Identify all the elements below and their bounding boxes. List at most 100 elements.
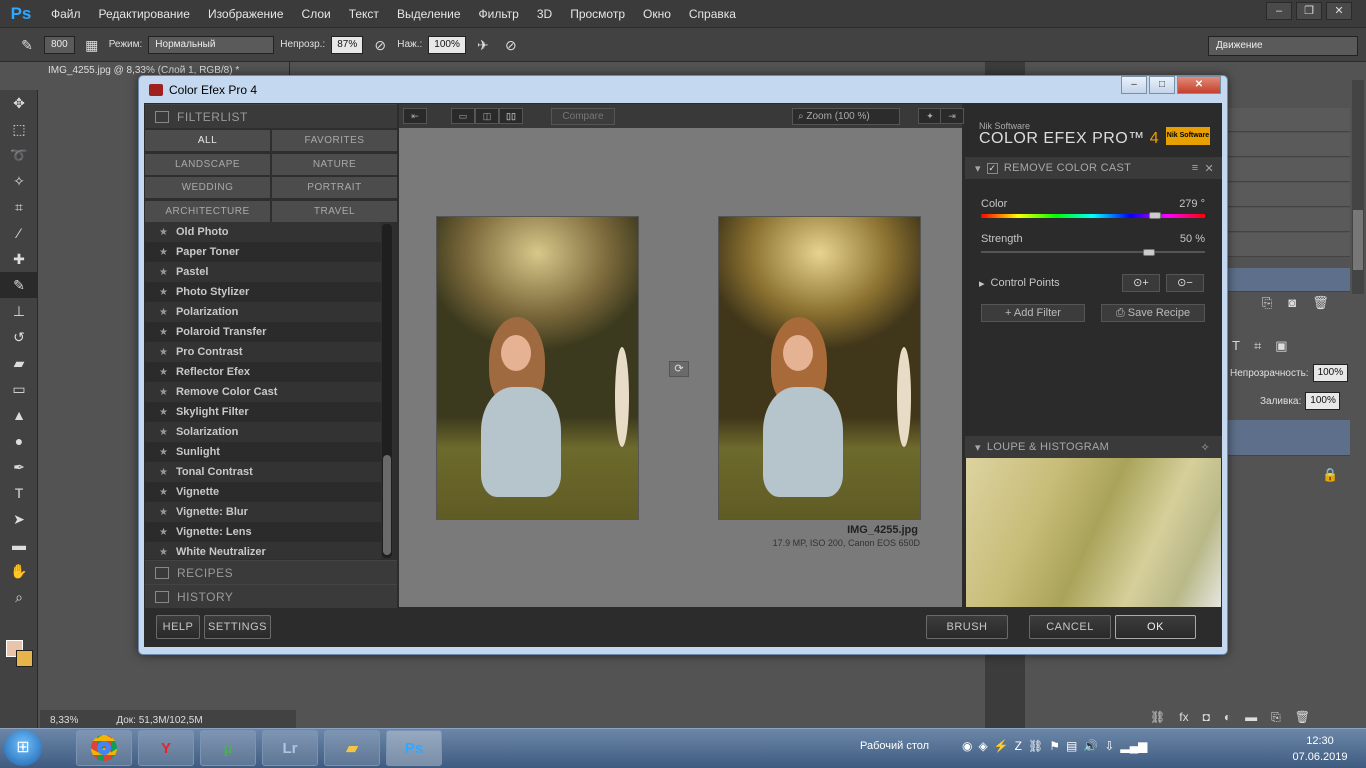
panel-row[interactable] xyxy=(1225,233,1350,257)
add-control-point-icon[interactable]: ⊙+ xyxy=(1122,274,1160,292)
dodge-tool-icon[interactable]: ● xyxy=(0,428,38,454)
panel-row[interactable] xyxy=(1225,183,1350,207)
type-filter-icon[interactable]: T xyxy=(1232,338,1240,354)
filter-list-item[interactable]: ★ Skylight Filter xyxy=(145,402,381,422)
expand-icon[interactable]: ▸ xyxy=(979,277,985,290)
path-select-tool-icon[interactable]: ➤ xyxy=(0,506,38,532)
favorite-star-icon[interactable]: ★ xyxy=(159,227,168,238)
favorite-star-icon[interactable]: ★ xyxy=(159,467,168,478)
swap-icon[interactable]: ⟳ xyxy=(669,361,689,377)
photoshop-taskbar-icon[interactable]: Ps xyxy=(386,730,442,766)
favorite-star-icon[interactable]: ★ xyxy=(159,387,168,398)
filter-list-item[interactable]: ★ Tonal Contrast xyxy=(145,462,381,482)
favorite-star-icon[interactable]: ★ xyxy=(159,407,168,418)
filter-list-item[interactable]: ★ White Neutralizer xyxy=(145,542,381,559)
category-nature[interactable]: NATURE xyxy=(272,153,397,175)
menu-image[interactable]: Изображение xyxy=(199,0,293,28)
filter-list-item[interactable]: ★ Sunlight xyxy=(145,442,381,462)
color-value[interactable]: 279 ° xyxy=(1135,198,1205,210)
filter-list-item[interactable]: ★ Reflector Efex xyxy=(145,362,381,382)
category-all[interactable]: ALL xyxy=(145,130,270,151)
preview-image-after[interactable] xyxy=(718,216,921,520)
toggle-controls-icon[interactable]: ⇥ xyxy=(940,108,964,124)
tray-app-icon[interactable]: ◈ xyxy=(978,739,987,753)
filter-list-item[interactable]: ★ Remove Color Cast xyxy=(145,382,381,402)
menu-layers[interactable]: Слои xyxy=(293,0,340,28)
pressure-size-icon[interactable]: ⊘ xyxy=(500,34,522,56)
start-button[interactable]: ⊞ xyxy=(4,730,42,766)
color-slider-handle[interactable] xyxy=(1148,212,1161,219)
marquee-tool-icon[interactable]: ⬚ xyxy=(0,116,38,142)
layer-opacity-field[interactable]: 100% xyxy=(1312,364,1348,382)
favorite-star-icon[interactable]: ★ xyxy=(159,427,168,438)
tray-antivirus-icon[interactable]: ◉ xyxy=(962,739,972,753)
category-landscape[interactable]: LANDSCAPE xyxy=(145,153,270,175)
brush-button[interactable]: BRUSH xyxy=(926,615,1008,639)
strength-slider[interactable] xyxy=(981,251,1205,253)
filter-list-item[interactable]: ★ Vignette: Lens xyxy=(145,522,381,542)
cancel-button[interactable]: CANCEL xyxy=(1029,615,1111,639)
favorite-star-icon[interactable]: ★ xyxy=(159,247,168,258)
brush-tool-icon[interactable]: ✎ xyxy=(16,34,38,56)
tray-link-icon[interactable]: ⛓ xyxy=(1028,739,1043,753)
brush-tool-icon[interactable]: ✎ xyxy=(0,272,38,298)
pressure-opacity-icon[interactable]: ⊘ xyxy=(369,34,391,56)
menu-file[interactable]: Файл xyxy=(42,0,90,28)
mode-select[interactable]: Нормальный xyxy=(148,35,275,54)
tray-volume-icon[interactable]: 🔊 xyxy=(1083,739,1098,753)
save-recipe-button[interactable]: ⎙ Save Recipe xyxy=(1101,304,1205,322)
menu-help[interactable]: Справка xyxy=(680,0,745,28)
filter-list-item[interactable]: ★ Polaroid Transfer xyxy=(145,322,381,342)
filter-list-item[interactable]: ★ Solarization xyxy=(145,422,381,442)
recipes-header[interactable]: RECIPES xyxy=(145,560,397,584)
fx-icon[interactable]: fx xyxy=(1179,710,1188,725)
eraser-tool-icon[interactable]: ▰ xyxy=(0,350,38,376)
menu-filter[interactable]: Фильтр xyxy=(470,0,528,28)
menu-type[interactable]: Текст xyxy=(340,0,388,28)
background-color-swatch[interactable] xyxy=(16,650,33,667)
healing-tool-icon[interactable]: ✚ xyxy=(0,246,38,272)
filter-list-item[interactable]: ★ Vignette xyxy=(145,482,381,502)
menu-select[interactable]: Выделение xyxy=(388,0,470,28)
close-icon[interactable]: ✕ xyxy=(1326,2,1352,20)
restore-icon[interactable]: ❐ xyxy=(1296,2,1322,20)
favorite-star-icon[interactable]: ★ xyxy=(159,367,168,378)
history-header[interactable]: HISTORY xyxy=(145,584,397,608)
desktop-toolbar-label[interactable]: Рабочий стол xyxy=(860,740,929,752)
opacity-field[interactable]: 87% xyxy=(331,35,364,54)
category-architecture[interactable]: ARCHITECTURE xyxy=(145,200,270,222)
menu-window[interactable]: Окно xyxy=(634,0,680,28)
new-document-icon[interactable]: ⎘ xyxy=(1262,295,1272,311)
close-icon[interactable]: ✕ xyxy=(1177,76,1221,94)
remove-control-point-icon[interactable]: ⊙− xyxy=(1166,274,1204,292)
loupe-header[interactable]: ▾ LOUPE & HISTOGRAM ✧ xyxy=(965,436,1222,458)
chrome-icon[interactable] xyxy=(76,730,132,766)
filter-list-item[interactable]: ★ Pastel xyxy=(145,262,381,282)
pin-icon[interactable]: ✧ xyxy=(1200,441,1210,454)
yandex-browser-icon[interactable]: Y xyxy=(138,730,194,766)
category-travel[interactable]: TRAVEL xyxy=(272,200,397,222)
panel-row[interactable] xyxy=(1225,133,1350,157)
type-tool-icon[interactable]: T xyxy=(0,480,38,506)
category-portrait[interactable]: PORTRAIT xyxy=(272,177,397,198)
zoom-control[interactable]: ⌕ Zoom (100 %) xyxy=(792,108,900,125)
favorite-star-icon[interactable]: ★ xyxy=(159,507,168,518)
pressure-field[interactable]: 100% xyxy=(428,35,466,54)
filter-list-item[interactable]: ★ Old Photo xyxy=(145,222,381,242)
menu-3d[interactable]: 3D xyxy=(528,0,561,28)
filter-list-item[interactable]: ★ Polarization xyxy=(145,302,381,322)
lasso-tool-icon[interactable]: ➰ xyxy=(0,142,38,168)
crop-tool-icon[interactable]: ⌗ xyxy=(0,194,38,220)
tray-z-icon[interactable]: Z xyxy=(1015,739,1022,753)
ok-button[interactable]: OK xyxy=(1115,615,1196,639)
minimize-icon[interactable]: – xyxy=(1121,76,1147,94)
tray-network-icon[interactable]: ▤ xyxy=(1066,739,1077,753)
tray-flash-icon[interactable]: ⚡ xyxy=(994,739,1009,753)
strength-slider-handle[interactable] xyxy=(1143,249,1155,256)
filterlist-header[interactable]: FILTERLIST xyxy=(145,104,397,128)
tray-update-icon[interactable]: ⇩ xyxy=(1104,739,1114,753)
airbrush-icon[interactable]: ✈ xyxy=(472,34,494,56)
layer-row-selected[interactable] xyxy=(1225,420,1350,456)
background-toggle-icon[interactable]: ✦ xyxy=(918,108,942,124)
hand-tool-icon[interactable]: ✋ xyxy=(0,558,38,584)
